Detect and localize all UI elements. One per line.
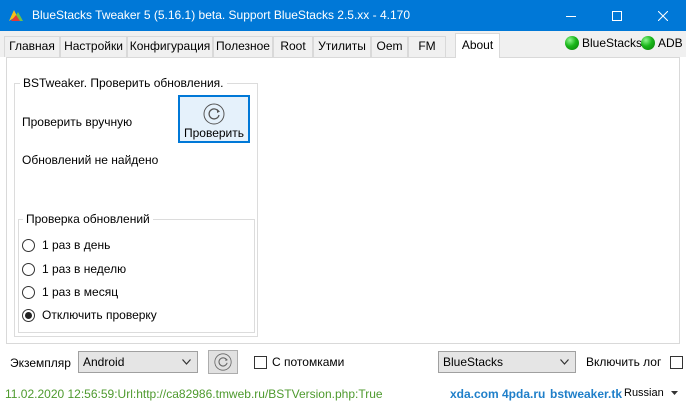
with-children-label: С потомками xyxy=(272,355,345,369)
radio-button-selected[interactable] xyxy=(22,308,35,322)
tab-root[interactable]: Root xyxy=(273,36,313,57)
instance-label: Экземпляр xyxy=(10,356,71,370)
schedule-group-title: Проверка обновлений xyxy=(23,212,153,226)
close-icon xyxy=(658,10,668,21)
link-4pda[interactable]: 4pda.ru xyxy=(502,387,545,401)
update-result-text: Обновлений не найдено xyxy=(22,153,159,167)
engine-select[interactable]: BlueStacks xyxy=(438,351,576,373)
bluestacks-indicator: BlueStacks xyxy=(565,36,642,50)
schedule-option-weekly[interactable]: 1 раз в неделю xyxy=(22,262,126,276)
maximize-button[interactable] xyxy=(594,0,640,31)
tab-utilities[interactable]: Утилиты xyxy=(313,36,371,57)
schedule-option-label: 1 раз в месяц xyxy=(42,285,119,299)
window-title: BlueStacks Tweaker 5 (5.16.1) beta. Supp… xyxy=(32,8,410,22)
status-dot-icon xyxy=(565,36,579,50)
adb-indicator-label: ADB xyxy=(658,36,683,50)
engine-select-value: BlueStacks xyxy=(443,355,504,369)
check-updates-button[interactable]: Проверить xyxy=(178,95,250,143)
schedule-option-disabled[interactable]: Отключить проверку xyxy=(22,308,157,322)
tab-about[interactable]: About xyxy=(455,33,500,58)
link-xda[interactable]: xda.com xyxy=(450,387,499,401)
chevron-down-icon xyxy=(670,391,678,395)
maximize-icon xyxy=(612,10,622,21)
instance-select-value: Android xyxy=(83,355,125,369)
radio-button[interactable] xyxy=(22,285,35,299)
update-group-title: BSTweaker. Проверить обновления. xyxy=(20,76,227,90)
refresh-instances-button[interactable] xyxy=(208,350,238,374)
adb-indicator: ADB xyxy=(641,36,683,50)
instance-select[interactable]: Android xyxy=(78,351,198,373)
schedule-option-label: Отключить проверку xyxy=(42,308,157,322)
bluestacks-indicator-label: BlueStacks xyxy=(582,36,643,50)
tab-main[interactable]: Главная xyxy=(4,36,60,57)
tab-useful[interactable]: Полезное xyxy=(213,36,273,57)
status-message: 11.02.2020 12:56:59:Url:http://ca82986.t… xyxy=(5,387,383,401)
check-updates-label: Проверить xyxy=(183,126,244,140)
schedule-option-daily[interactable]: 1 раз в день xyxy=(22,238,110,252)
radio-button[interactable] xyxy=(22,262,35,276)
minimize-button[interactable] xyxy=(548,0,594,31)
tab-fm[interactable]: FM xyxy=(408,36,446,57)
title-bar[interactable]: BlueStacks Tweaker 5 (5.16.1) beta. Supp… xyxy=(0,0,686,31)
status-bar: 11.02.2020 12:56:59:Url:http://ca82986.t… xyxy=(0,382,686,404)
refresh-icon xyxy=(203,103,225,125)
with-children-checkbox[interactable] xyxy=(254,355,267,369)
manual-check-label: Проверить вручную xyxy=(22,115,133,129)
enable-log-label: Включить лог xyxy=(586,355,662,369)
with-children-checkbox-row[interactable]: С потомками xyxy=(254,355,344,369)
status-dot-icon xyxy=(641,36,655,50)
schedule-option-monthly[interactable]: 1 раз в месяц xyxy=(22,285,118,299)
language-selector[interactable]: Russian xyxy=(624,387,678,399)
schedule-option-label: 1 раз в день xyxy=(42,238,111,252)
schedule-option-label: 1 раз в неделю xyxy=(42,262,127,276)
link-bstweaker[interactable]: bstweaker.tk xyxy=(550,387,622,401)
minimize-icon xyxy=(566,15,576,17)
enable-log-checkbox[interactable] xyxy=(670,355,684,369)
radio-button[interactable] xyxy=(22,238,35,252)
chevron-down-icon xyxy=(560,359,569,365)
language-value: Russian xyxy=(624,387,664,399)
tab-configuration[interactable]: Конфигурация xyxy=(127,36,213,57)
chevron-down-icon xyxy=(182,359,191,365)
tab-oem[interactable]: Oem xyxy=(371,36,408,57)
enable-log-row[interactable]: Включить лог xyxy=(586,355,684,369)
refresh-icon xyxy=(214,353,232,371)
app-logo-icon xyxy=(9,10,23,21)
close-button[interactable] xyxy=(640,0,686,31)
tab-settings[interactable]: Настройки xyxy=(60,36,127,57)
